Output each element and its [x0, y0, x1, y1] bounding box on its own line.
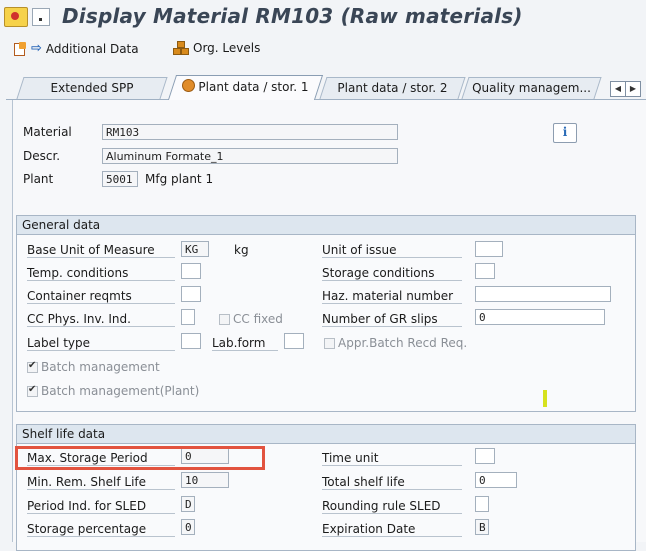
document-icon — [13, 41, 27, 56]
storage-conditions-field[interactable] — [475, 263, 495, 279]
tab-scroll-right-icon[interactable]: ▶ — [625, 81, 641, 97]
sap-app-icon[interactable] — [4, 7, 28, 27]
total-shelf-life-label: Total shelf life — [322, 475, 462, 490]
highlight-box — [15, 446, 265, 470]
tab-strip: Extended SPP Plant data / stor. 1 Plant … — [6, 73, 646, 100]
min-rem-shelf-life-label: Min. Rem. Shelf Life — [27, 475, 175, 490]
cc-phys-inv-ind-label: CC Phys. Inv. Ind. — [27, 312, 175, 327]
gr-slips-label: Number of GR slips — [322, 312, 462, 327]
unit-of-issue-label: Unit of issue — [322, 243, 462, 258]
title-bar: Display Material RM103 (Raw materials) — [0, 0, 646, 34]
cc-fixed-checkbox[interactable] — [219, 314, 230, 325]
tab-label: Quality managem... — [472, 81, 591, 95]
window-menu-icon[interactable] — [32, 8, 50, 26]
storage-percentage-field[interactable]: 0 — [181, 519, 195, 535]
expiration-date-label: Expiration Date — [322, 522, 462, 537]
haz-material-number-field[interactable] — [475, 286, 611, 302]
material-label: Material — [23, 125, 72, 139]
plant-field[interactable]: 5001 — [102, 171, 138, 187]
tab-plant-data-stor-2[interactable]: Plant data / stor. 2 — [319, 77, 466, 99]
lab-form-field[interactable] — [284, 333, 304, 349]
application-toolbar: ⇨ Additional Data Org. Levels — [0, 36, 646, 62]
period-ind-sled-label: Period Ind. for SLED — [27, 499, 175, 514]
appr-batch-label: Appr.Batch Recd Req. — [338, 336, 468, 350]
org-structure-icon — [173, 41, 189, 55]
batch-management-plant-checkbox[interactable] — [27, 384, 38, 397]
haz-material-number-label: Haz. material number — [322, 289, 462, 304]
rounding-rule-sled-field[interactable] — [475, 496, 489, 512]
tab-plant-data-stor-1[interactable]: Plant data / stor. 1 — [167, 75, 324, 100]
description-field[interactable]: Aluminum Formate_1 — [102, 148, 398, 164]
info-icon[interactable]: i — [553, 123, 577, 143]
rounding-rule-sled-label: Rounding rule SLED — [322, 499, 462, 514]
appr-batch-checkbox[interactable] — [324, 338, 335, 349]
expiration-date-field[interactable]: B — [475, 519, 489, 535]
batch-management-plant-label: Batch management(Plant) — [41, 384, 200, 398]
tab-label: Plant data / stor. 1 — [198, 80, 309, 94]
total-shelf-life-field[interactable]: 0 — [475, 472, 517, 488]
container-reqmts-field[interactable] — [181, 286, 201, 302]
min-rem-shelf-life-field[interactable]: 10 — [181, 472, 229, 488]
label-type-field[interactable] — [181, 333, 201, 349]
material-field[interactable]: RM103 — [102, 124, 398, 140]
org-levels-button[interactable]: Org. Levels — [173, 41, 260, 55]
unit-of-issue-field[interactable] — [475, 241, 503, 257]
cc-phys-inv-ind-field[interactable] — [181, 309, 195, 325]
org-levels-label: Org. Levels — [193, 41, 261, 55]
window-title: Display Material RM103 (Raw materials) — [62, 4, 523, 28]
tab-quality-management[interactable]: Quality managem... — [461, 77, 602, 99]
temp-conditions-field[interactable] — [181, 263, 201, 279]
storage-percentage-label: Storage percentage — [27, 522, 175, 537]
tab-extended-spp[interactable]: Extended SPP — [16, 77, 168, 99]
tab-label: Plant data / stor. 2 — [337, 81, 448, 95]
arrow-right-icon: ⇨ — [31, 41, 42, 56]
storage-conditions-label: Storage conditions — [322, 266, 462, 281]
gr-slips-field[interactable]: 0 — [475, 309, 605, 325]
group-title: General data — [17, 216, 635, 235]
period-ind-sled-field[interactable]: D — [181, 496, 195, 512]
plant-name: Mfg plant 1 — [145, 172, 214, 186]
additional-data-label: Additional Data — [45, 41, 139, 56]
base-uom-label: Base Unit of Measure — [27, 243, 175, 258]
label-type-label: Label type — [27, 336, 175, 351]
temp-conditions-label: Temp. conditions — [27, 266, 175, 281]
tab-status-icon — [182, 79, 196, 92]
container-reqmts-label: Container reqmts — [27, 289, 175, 304]
additional-data-button[interactable]: ⇨ Additional Data — [13, 41, 139, 56]
base-uom-text: kg — [234, 243, 249, 257]
plant-label: Plant — [23, 172, 54, 186]
cc-fixed-label: CC fixed — [233, 312, 283, 326]
lab-form-label: Lab.form — [212, 336, 278, 351]
base-uom-field[interactable]: KG — [181, 241, 209, 257]
group-title: Shelf life data — [17, 425, 635, 444]
tab-label: Extended SPP — [50, 81, 134, 95]
batch-management-label: Batch management — [41, 360, 160, 374]
tab-scroll-left-icon[interactable]: ◀ — [610, 81, 626, 97]
time-unit-field[interactable] — [475, 448, 495, 464]
batch-management-checkbox[interactable] — [27, 360, 38, 373]
time-unit-label: Time unit — [322, 451, 462, 466]
descr-label: Descr. — [23, 149, 61, 163]
cursor-marker — [543, 390, 547, 407]
